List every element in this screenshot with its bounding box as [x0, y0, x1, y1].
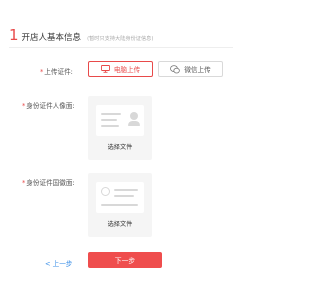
required-mark: * [22, 102, 26, 110]
id-front-label-row: *身份证件人像面: [22, 100, 75, 110]
pc-upload-label: 电脑上传 [113, 66, 141, 74]
step-header: 1 开店人基本信息 (暂时只支持大陆身份证信息) [9, 26, 233, 44]
step-number: 1 [9, 26, 19, 44]
prev-step-label: 上一步 [52, 260, 73, 268]
required-mark: * [40, 68, 44, 76]
page-hint: (暂时只支持大陆身份证信息) [87, 36, 154, 42]
upload-label: 上传证件: [44, 68, 73, 76]
avatar-body-icon [128, 121, 140, 126]
placeholder-line [101, 204, 138, 206]
placeholder-line [101, 113, 121, 115]
wechat-upload-button[interactable]: 微信上传 [158, 61, 223, 77]
chevron-left-icon: < [45, 260, 53, 268]
pc-upload-button[interactable]: 电脑上传 [88, 61, 153, 77]
placeholder-line [114, 195, 134, 197]
id-back-label: 身份证件国徽面: [26, 179, 75, 187]
id-back-upload[interactable]: 选择文件 [88, 173, 152, 237]
computer-icon [100, 65, 110, 73]
id-front-choose-file: 选择文件 [107, 144, 133, 151]
required-mark: * [22, 179, 26, 187]
next-step-button[interactable]: 下一步 [88, 252, 162, 268]
next-step-label: 下一步 [114, 257, 136, 265]
id-front-label: 身份证件人像面: [26, 102, 75, 110]
prev-step-link[interactable]: < 上一步 [45, 258, 72, 268]
id-back-placeholder-icon [96, 182, 144, 213]
id-front-placeholder-icon [96, 105, 144, 136]
avatar-head-icon [130, 112, 138, 120]
wechat-icon [170, 64, 181, 73]
wechat-upload-label: 微信上传 [184, 66, 211, 74]
id-back-choose-file: 选择文件 [107, 221, 133, 228]
upload-label-row: *上传证件: [40, 66, 73, 76]
emblem-icon [101, 187, 110, 196]
placeholder-line [101, 125, 119, 127]
placeholder-line [114, 189, 138, 191]
id-front-upload[interactable]: 选择文件 [88, 96, 152, 160]
placeholder-line [101, 119, 117, 121]
id-back-label-row: *身份证件国徽面: [22, 177, 75, 187]
page-title: 开店人基本信息 [21, 33, 82, 43]
header-divider [9, 47, 233, 48]
